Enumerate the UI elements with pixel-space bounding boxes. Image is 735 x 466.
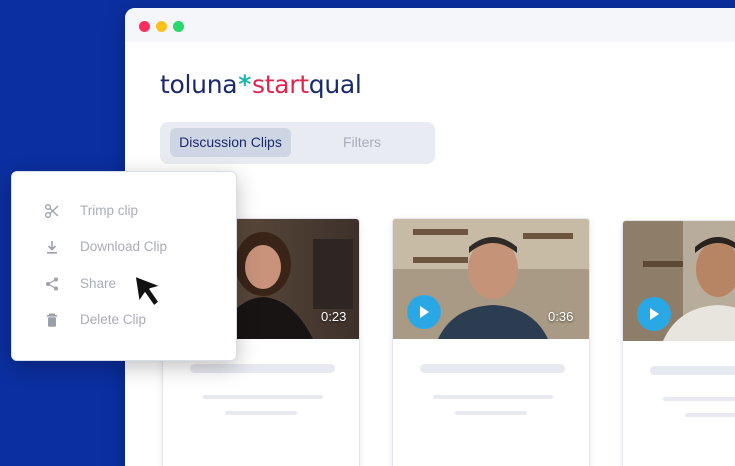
placeholder-line xyxy=(433,395,553,399)
placeholder-line xyxy=(663,397,735,401)
placeholder-line xyxy=(650,366,735,375)
clip-thumbnail-3[interactable] xyxy=(623,221,735,341)
close-window-button[interactable] xyxy=(139,21,150,32)
minimize-window-button[interactable] xyxy=(156,21,167,32)
placeholder-line xyxy=(685,413,735,417)
menu-item-trim-clip[interactable]: Trimp clip xyxy=(12,196,236,226)
placeholder-line xyxy=(190,364,335,373)
menu-item-label: Delete Clip xyxy=(80,312,147,327)
maximize-window-button[interactable] xyxy=(173,21,184,32)
play-button[interactable] xyxy=(407,295,441,329)
tab-discussion-clips[interactable]: Discussion Clips xyxy=(170,128,291,157)
download-icon xyxy=(47,241,57,254)
placeholder-line xyxy=(420,364,565,373)
tab-filters[interactable]: Filters xyxy=(320,128,404,157)
trash-icon xyxy=(47,313,57,327)
toluna-startqual-logo: toluna*startqual xyxy=(160,70,362,99)
placeholder-line xyxy=(455,411,527,415)
menu-item-label: Download Clip xyxy=(80,239,168,254)
scissors-icon xyxy=(45,204,59,218)
tab-bar: Discussion Clips Filters xyxy=(160,122,435,164)
clip-thumbnail-2[interactable]: 0:36 xyxy=(393,219,589,339)
menu-item-share[interactable]: Share xyxy=(12,269,236,299)
placeholder-line xyxy=(225,411,297,415)
menu-item-download-clip[interactable]: Download Clip xyxy=(12,232,236,262)
title-bar xyxy=(125,8,735,42)
share-icon xyxy=(46,277,58,291)
play-button[interactable] xyxy=(637,297,671,331)
mouse-cursor-icon xyxy=(134,275,162,307)
clip-duration-2: 0:36 xyxy=(548,309,574,324)
clip-duration-1: 0:23 xyxy=(321,309,347,324)
clip-card-3[interactable] xyxy=(622,220,735,466)
menu-item-delete-clip[interactable]: Delete Clip xyxy=(12,305,236,335)
menu-item-label: Share xyxy=(80,276,117,291)
menu-item-label: Trimp clip xyxy=(80,203,139,218)
placeholder-line xyxy=(203,395,323,399)
clip-context-menu: Trimp clip Download Clip Share Delete Cl… xyxy=(11,171,237,361)
play-icon xyxy=(420,306,429,318)
play-icon xyxy=(650,308,659,320)
clip-card-2[interactable]: 0:36 xyxy=(392,218,590,466)
